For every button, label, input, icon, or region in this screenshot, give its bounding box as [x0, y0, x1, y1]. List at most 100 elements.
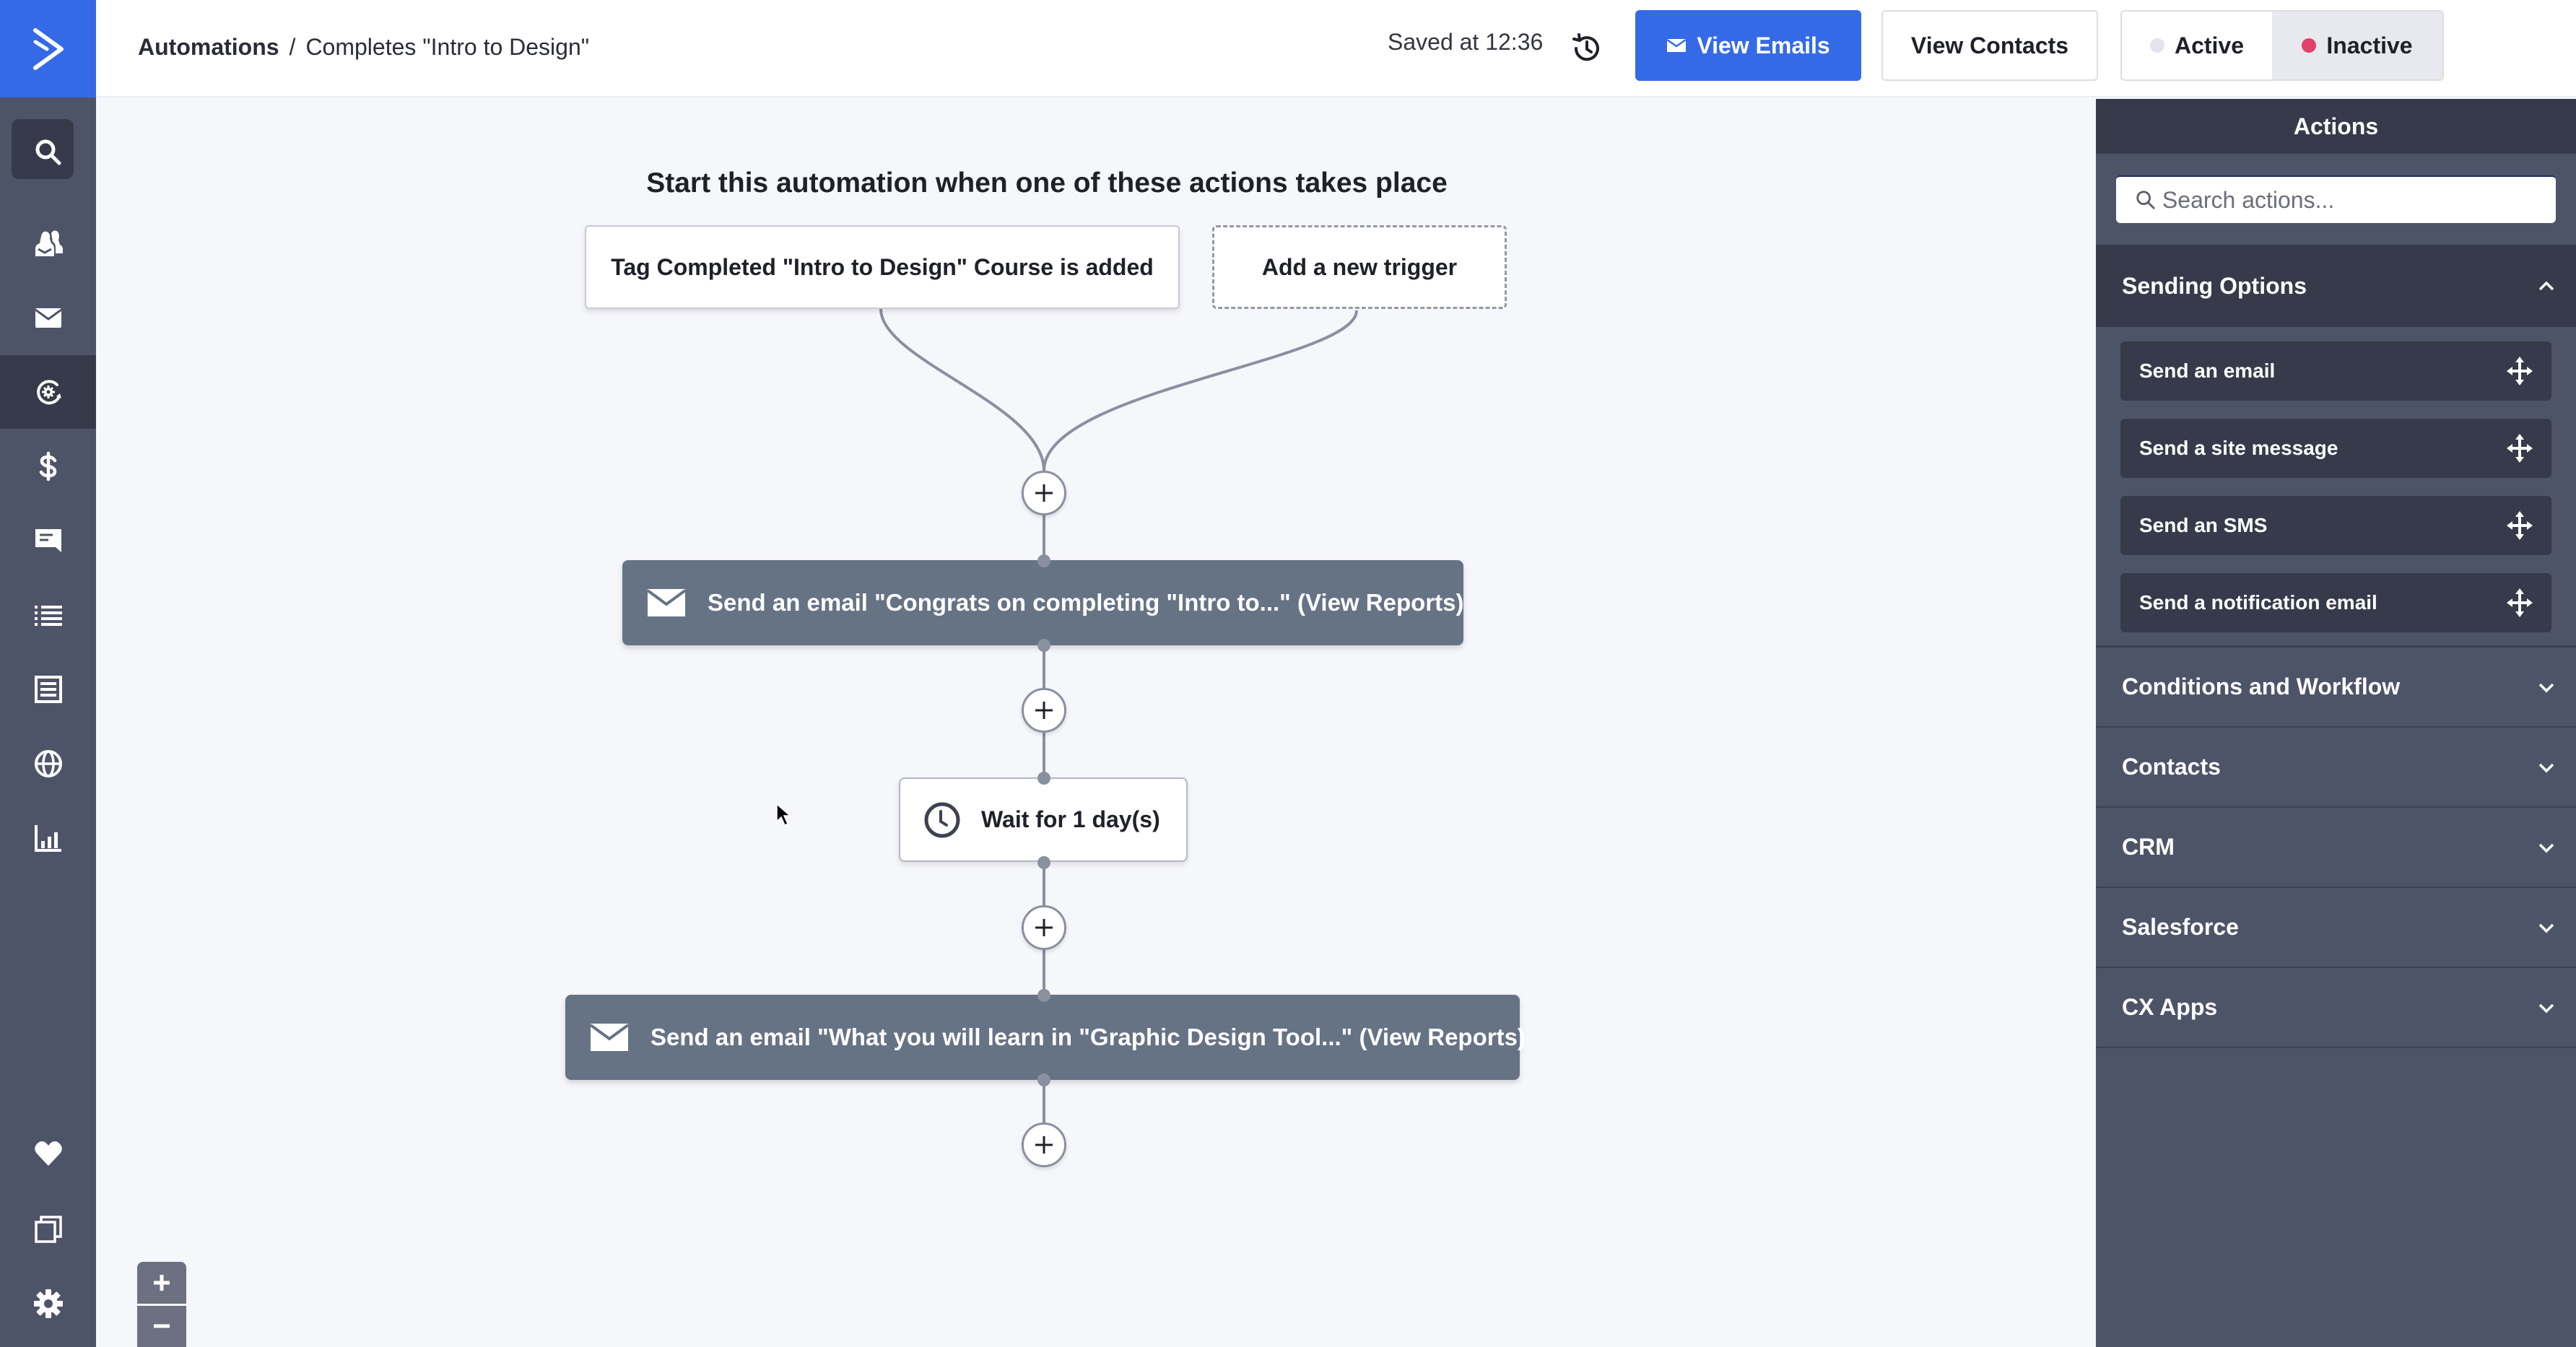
step-send-email-2[interactable]: Send an email "What you will learn in "G…	[565, 995, 1526, 1080]
nav-favorites[interactable]	[0, 1117, 96, 1190]
zoom-out-button[interactable]	[137, 1304, 186, 1346]
inactive-dot-icon	[2302, 38, 2317, 53]
nav-campaigns[interactable]	[0, 281, 96, 354]
input-port	[1037, 554, 1050, 567]
actions-search-wrapper	[2096, 154, 2576, 245]
drag-move-icon[interactable]	[2505, 587, 2534, 619]
search-icon	[35, 139, 61, 165]
add-step-button[interactable]	[1022, 905, 1066, 950]
nav-automations[interactable]	[0, 355, 96, 429]
action-send-sms[interactable]: Send an SMS	[2120, 496, 2551, 555]
nav-apps[interactable]	[0, 1193, 96, 1266]
action-send-email[interactable]: Send an email	[2120, 341, 2551, 401]
step-wait[interactable]: Wait for 1 day(s)	[899, 777, 1188, 862]
chevron-down-icon	[2538, 1003, 2554, 1013]
output-port	[1037, 856, 1050, 869]
status-inactive-option[interactable]: Inactive	[2272, 12, 2442, 79]
clock-icon	[924, 802, 960, 837]
drag-move-icon[interactable]	[2505, 510, 2534, 541]
add-step-button[interactable]	[1022, 471, 1066, 515]
view-contacts-button[interactable]: View Contacts	[1881, 10, 2098, 81]
left-nav	[0, 0, 96, 1347]
list-icon	[34, 606, 62, 626]
actions-search-box[interactable]	[2116, 175, 2556, 223]
breadcrumb-automations-link[interactable]: Automations	[138, 34, 279, 61]
section-cx-apps[interactable]: CX Apps	[2096, 968, 2576, 1048]
plus-icon	[1035, 919, 1053, 936]
search-icon	[2136, 191, 2155, 209]
stacked-squares-icon	[34, 1216, 62, 1243]
input-port	[1037, 772, 1050, 785]
nav-search[interactable]	[0, 115, 96, 189]
breadcrumb-separator: /	[289, 33, 296, 60]
envelope-icon	[1666, 38, 1687, 52]
step-label: Send an email "Congrats on completing "I…	[708, 589, 1464, 616]
view-emails-label: View Emails	[1697, 32, 1830, 58]
section-crm[interactable]: CRM	[2096, 808, 2576, 888]
drag-move-icon[interactable]	[2505, 432, 2534, 464]
history-icon[interactable]	[1570, 32, 1604, 65]
breadcrumb-current[interactable]: Completes "Intro to Design"	[305, 34, 589, 61]
activecampaign-logo-icon	[32, 27, 64, 70]
sending-options-list: Send an email Send a site message Send a…	[2096, 327, 2576, 648]
section-contacts[interactable]: Contacts	[2096, 728, 2576, 808]
view-emails-button[interactable]: View Emails	[1635, 10, 1861, 81]
nav-forms[interactable]	[0, 653, 96, 726]
nav-deals[interactable]	[0, 430, 96, 503]
globe-icon	[34, 750, 62, 777]
logo[interactable]	[0, 0, 96, 97]
canvas-zoom-control	[137, 1262, 186, 1347]
plus-icon	[154, 1275, 170, 1291]
section-label: CX Apps	[2122, 994, 2218, 1020]
action-label: Send an email	[2139, 359, 2276, 382]
action-label: Send a site message	[2139, 437, 2338, 459]
chat-icon	[35, 529, 61, 552]
action-send-notification-email[interactable]: Send a notification email	[2120, 573, 2551, 632]
step-label: Wait for 1 day(s)	[981, 806, 1160, 832]
nav-lists[interactable]	[0, 578, 96, 652]
plus-icon	[1035, 702, 1053, 719]
action-label: Send a notification email	[2139, 591, 2377, 614]
action-label: Send an SMS	[2139, 514, 2268, 536]
chevron-down-icon	[2538, 683, 2554, 692]
add-trigger-button[interactable]: Add a new trigger	[1212, 225, 1507, 309]
actions-panel: Actions Sending Options Send an email Se…	[2096, 99, 2576, 1347]
automation-icon	[36, 380, 61, 405]
status-active-option[interactable]: Active	[2122, 12, 2272, 79]
drag-move-icon[interactable]	[2505, 355, 2534, 387]
nav-site[interactable]	[0, 727, 96, 801]
bar-chart-icon	[34, 825, 61, 852]
plus-icon	[1035, 1136, 1053, 1154]
minus-icon	[154, 1324, 170, 1328]
trigger-section-title: Start this automation when one of these …	[646, 167, 1448, 199]
trigger-tag-added[interactable]: Tag Completed "Intro to Design" Course i…	[585, 225, 1180, 309]
nav-conversations[interactable]	[0, 504, 96, 577]
saved-status: Saved at 12:36	[1388, 29, 1544, 55]
step-label: Send an email "What you will learn in "G…	[650, 1024, 1526, 1050]
status-active-label: Active	[2174, 32, 2245, 58]
section-sending-options[interactable]: Sending Options	[2096, 245, 2576, 327]
dollar-icon	[39, 451, 56, 481]
section-salesforce[interactable]: Salesforce	[2096, 888, 2576, 968]
zoom-in-button[interactable]	[137, 1262, 186, 1304]
nav-settings[interactable]	[0, 1267, 96, 1341]
add-step-button[interactable]	[1022, 1122, 1066, 1167]
envelope-icon	[647, 589, 686, 616]
add-step-button[interactable]	[1022, 688, 1066, 733]
actions-search-input[interactable]	[2162, 186, 2556, 214]
add-trigger-label: Add a new trigger	[1261, 253, 1458, 280]
step-send-email-1[interactable]: Send an email "Congrats on completing "I…	[622, 560, 1463, 645]
view-contacts-label: View Contacts	[1910, 32, 2069, 58]
plus-icon	[1035, 484, 1053, 502]
action-send-site-message[interactable]: Send a site message	[2120, 419, 2551, 478]
nav-reports[interactable]	[0, 801, 96, 875]
section-conditions-and-workflow[interactable]: Conditions and Workflow	[2096, 648, 2576, 728]
section-label: CRM	[2122, 834, 2175, 860]
section-label: Contacts	[2122, 754, 2221, 780]
actions-panel-title: Actions	[2096, 99, 2576, 154]
section-label: Salesforce	[2122, 914, 2239, 940]
trigger-label: Tag Completed "Intro to Design" Course i…	[611, 253, 1154, 280]
nav-contacts[interactable]	[0, 206, 96, 280]
chevron-down-icon	[2538, 923, 2554, 933]
breadcrumb: Automations / Completes "Intro to Design…	[138, 0, 589, 94]
